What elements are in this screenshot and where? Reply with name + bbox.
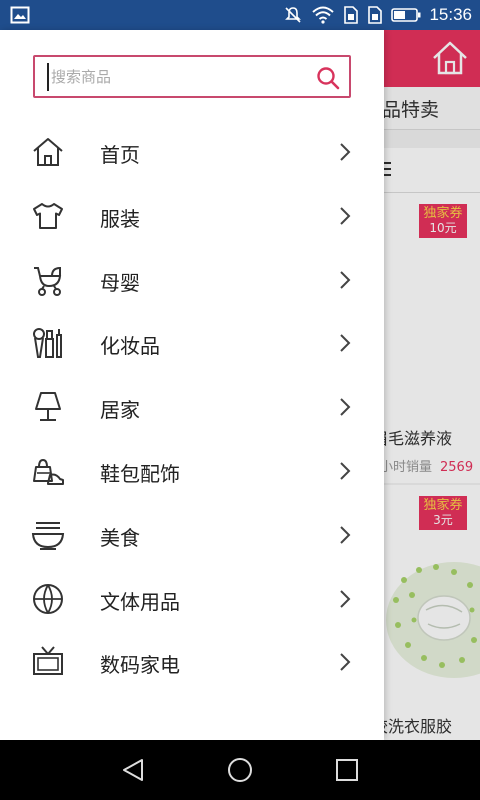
- lamp-icon: [35, 392, 61, 422]
- tv-icon: [33, 646, 63, 676]
- recent-apps-icon[interactable]: [332, 755, 362, 785]
- menu-item-label: 文体用品: [100, 589, 180, 614]
- menu-item-food[interactable]: 美食: [0, 503, 384, 567]
- menu-item-label: 母婴: [100, 270, 140, 295]
- chevron-right-icon: [340, 207, 351, 225]
- menu-item-home[interactable]: 首页: [0, 120, 384, 184]
- chevron-right-icon: [340, 270, 351, 289]
- sim2-icon: [368, 6, 383, 24]
- tshirt-icon: [33, 202, 63, 229]
- menu-item-cosmetics[interactable]: 化妆品: [0, 311, 384, 375]
- chevron-right-icon: [340, 398, 351, 416]
- menu-item-electronics[interactable]: 数码家电: [0, 630, 384, 694]
- mute-icon: [285, 7, 302, 23]
- menu-item-shoes-bags[interactable]: 鞋包配饰: [0, 439, 384, 503]
- menu-item-label: 服装: [100, 206, 140, 231]
- chevron-right-icon: [340, 334, 351, 353]
- navigation-bar: [0, 740, 480, 800]
- noodle-bowl-icon: [31, 521, 65, 550]
- search-input[interactable]: [47, 63, 302, 91]
- home-circle-icon[interactable]: [225, 755, 255, 785]
- search-icon[interactable]: [315, 65, 341, 91]
- menu-item-sports[interactable]: 文体用品: [0, 567, 384, 631]
- chevron-right-icon: [340, 589, 351, 608]
- status-bar: 15:36: [0, 0, 480, 30]
- menu-item-label: 鞋包配饰: [100, 461, 180, 486]
- menu-item-baby[interactable]: 母婴: [0, 248, 384, 312]
- home-icon: [33, 138, 63, 166]
- chevron-right-icon: [340, 462, 351, 480]
- chevron-right-icon: [340, 143, 351, 161]
- shoe-bag-icon: [33, 458, 64, 485]
- side-drawer: 首页 服装 母婴: [0, 30, 384, 740]
- stroller-icon: [34, 266, 62, 296]
- chevron-right-icon: [340, 653, 351, 672]
- image-icon: [10, 6, 30, 24]
- ball-icon: [33, 583, 63, 614]
- wifi-icon: [312, 6, 335, 24]
- menu-item-label: 美食: [100, 525, 140, 550]
- menu-item-label: 数码家电: [100, 653, 180, 678]
- category-menu: 首页 服装 母婴 化妆品 居家 鞋包配饰 美食 文体用品 数码家电: [0, 120, 384, 694]
- menu-item-label: 化妆品: [100, 334, 160, 359]
- back-icon[interactable]: [118, 755, 148, 785]
- menu-item-label: 居家: [100, 398, 140, 423]
- menu-item-clothing[interactable]: 服装: [0, 184, 384, 248]
- menu-item-label: 首页: [100, 143, 140, 167]
- menu-item-home-living[interactable]: 居家: [0, 375, 384, 439]
- chevron-right-icon: [340, 526, 351, 544]
- cosmetics-icon: [33, 328, 62, 359]
- sim1-icon: [344, 6, 359, 24]
- status-time: 15:36: [429, 5, 472, 24]
- scrim-overlay[interactable]: [384, 30, 480, 740]
- search-box: [33, 55, 351, 98]
- battery-icon: [391, 8, 421, 22]
